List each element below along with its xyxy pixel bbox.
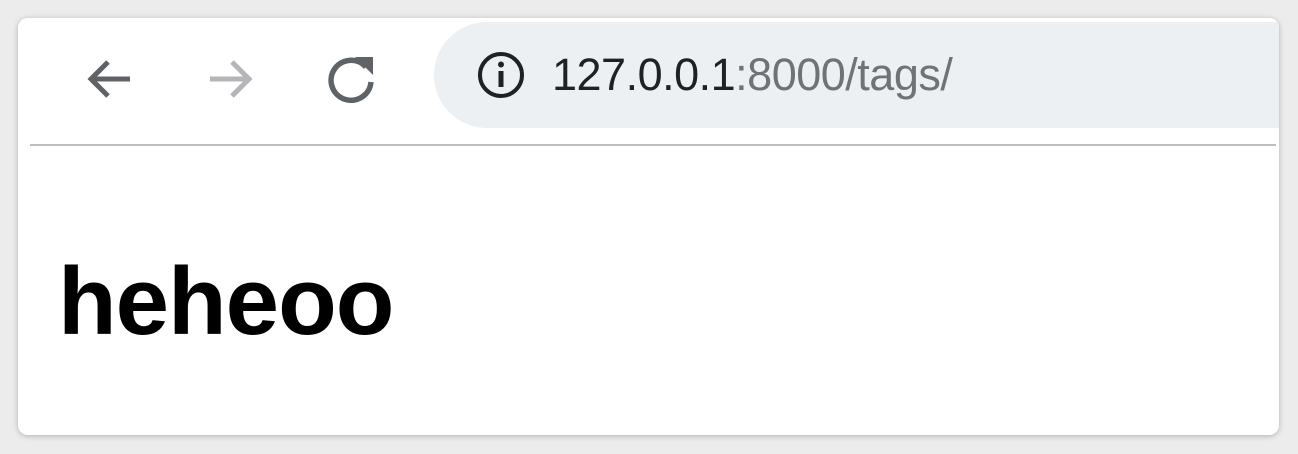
back-button[interactable] — [74, 43, 146, 115]
reload-icon — [328, 57, 374, 104]
address-bar[interactable]: 127.0.0.1:8000/tags/ — [434, 22, 1279, 128]
url-text[interactable]: 127.0.0.1:8000/tags/ — [552, 49, 953, 101]
url-path: :8000/tags/ — [735, 49, 953, 100]
arrow-left-icon — [87, 60, 130, 98]
reload-button[interactable] — [315, 43, 387, 115]
url-host: 127.0.0.1 — [552, 49, 736, 100]
arrow-right-icon — [210, 60, 253, 98]
page-content: heheoo — [18, 146, 1279, 435]
page-heading: heheoo — [58, 248, 394, 355]
info-icon[interactable] — [476, 50, 526, 100]
forward-button[interactable] — [194, 43, 266, 115]
browser-window: 127.0.0.1:8000/tags/ heheoo — [18, 18, 1279, 435]
browser-toolbar: 127.0.0.1:8000/tags/ — [18, 18, 1279, 146]
